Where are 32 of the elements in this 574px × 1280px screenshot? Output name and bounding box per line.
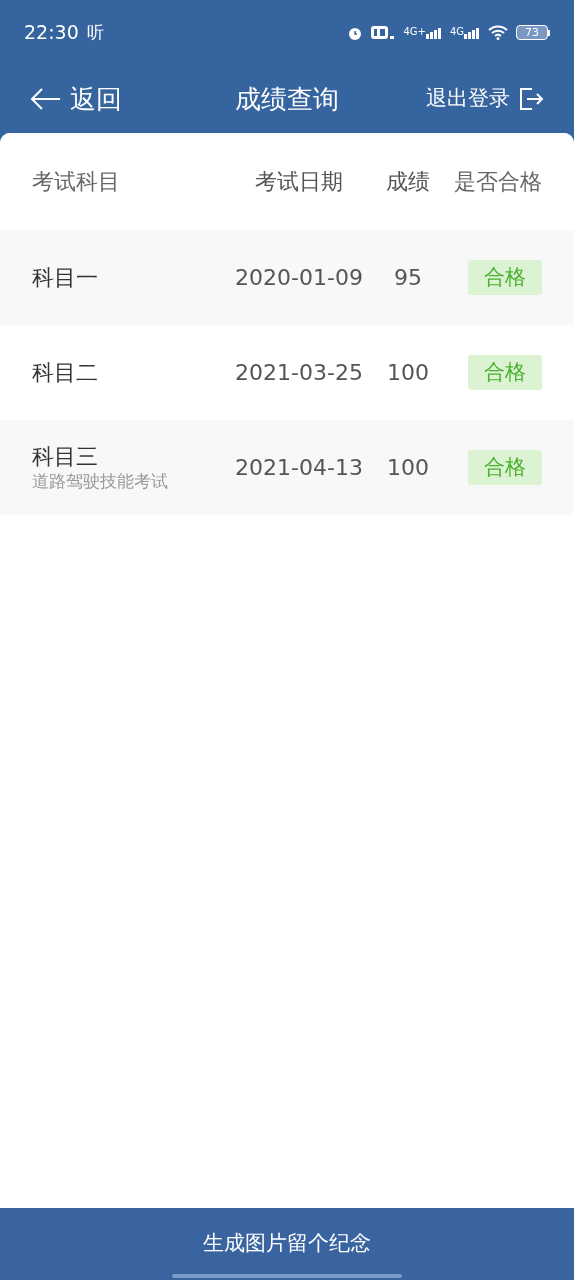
signal-icon — [425, 26, 442, 39]
wifi-icon — [488, 25, 508, 40]
logout-button[interactable]: 退出登录 — [374, 83, 544, 115]
page-title: 成绩查询 — [234, 82, 340, 116]
score: 100 — [387, 360, 429, 385]
exam-date: 2021-03-25 — [235, 360, 363, 385]
score: 100 — [387, 455, 429, 480]
result-tag: 合格 — [468, 449, 542, 486]
exam-date: 2021-04-13 — [235, 455, 363, 480]
signal-icon — [464, 26, 480, 39]
subject-name: 科目二 — [32, 359, 98, 387]
column-header: 是否合格 — [454, 168, 542, 196]
back-button[interactable]: 返回 — [30, 79, 200, 119]
logout-icon — [518, 86, 544, 112]
result-tag: 合格 — [468, 354, 542, 391]
column-header: 成绩 — [386, 169, 430, 194]
back-arrow-icon — [30, 87, 62, 111]
subject-name: 科目三 — [32, 443, 98, 472]
subject-name: 科目一 — [32, 264, 98, 292]
battery-indicator: 73 — [516, 25, 548, 40]
network-label: 4G+ — [403, 26, 426, 37]
result-tag: 合格 — [468, 259, 542, 296]
status-time: 22:30 — [24, 20, 79, 46]
exam-date: 2020-01-09 — [235, 265, 363, 290]
network-label: 4G — [449, 26, 464, 37]
score: 95 — [394, 265, 422, 290]
status-app-glyph: 听 — [86, 20, 104, 44]
subject-subtitle: 道路驾驶技能考试 — [32, 470, 169, 494]
column-header: 考试日期 — [255, 169, 343, 194]
hd-icon — [371, 24, 396, 41]
column-header: 考试科目 — [32, 169, 120, 194]
generate-image-button[interactable]: 生成图片留个纪念 — [0, 1208, 574, 1280]
